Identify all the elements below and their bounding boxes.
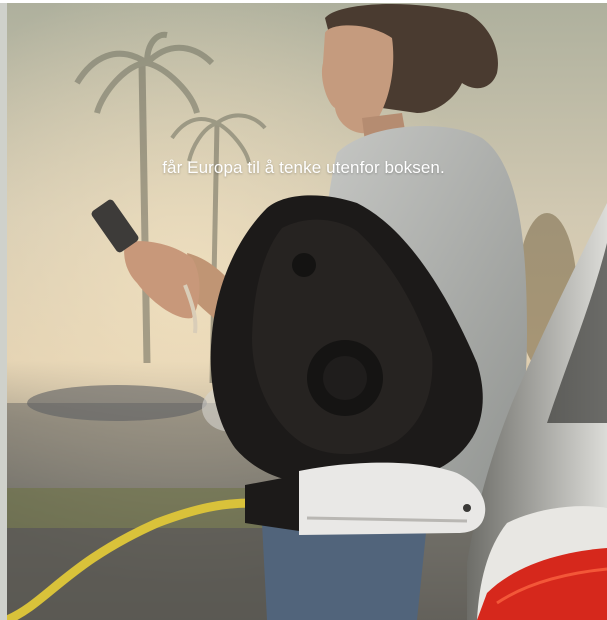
ev-charging-photo — [7, 3, 607, 620]
hero-image — [7, 3, 607, 620]
hero-tagline: får Europa til å tenke utenfor boksen. — [162, 158, 445, 177]
adjacent-slide-edge — [0, 0, 7, 620]
hero-banner: får Europa til å tenke utenfor boksen. — [0, 0, 607, 620]
